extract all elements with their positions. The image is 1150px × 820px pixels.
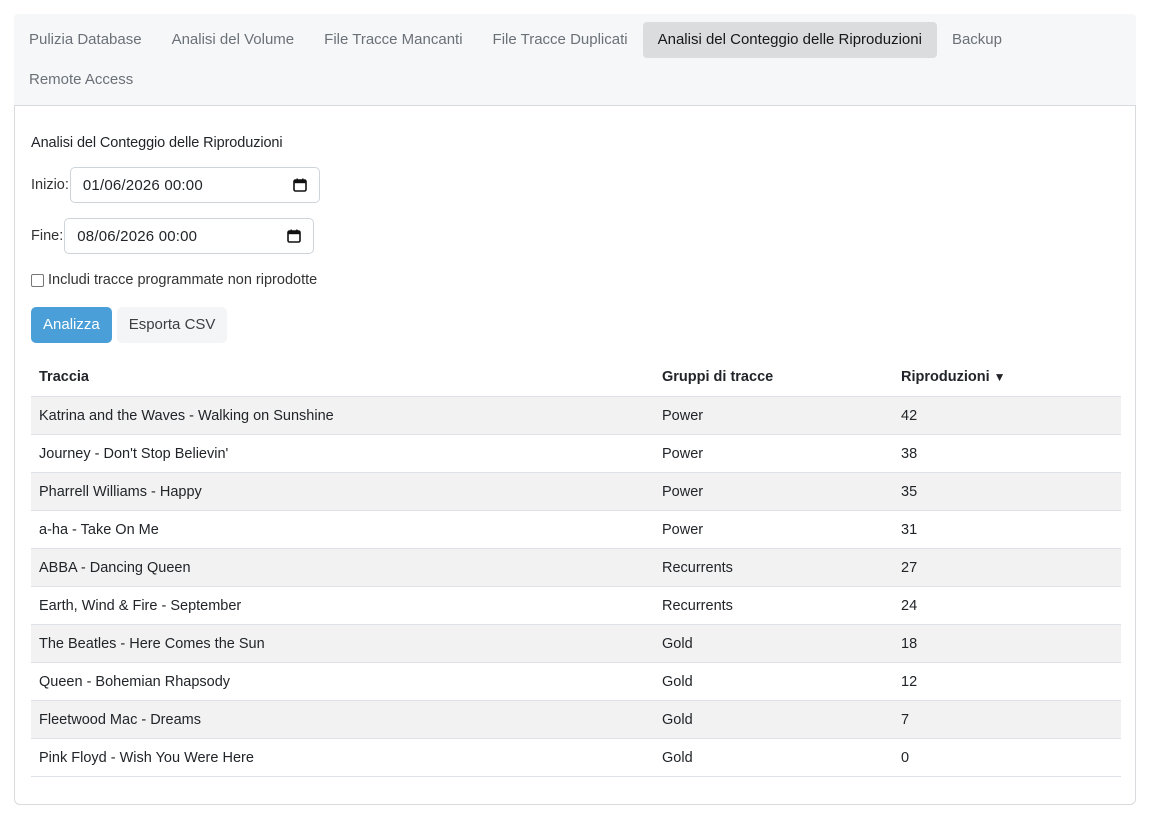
calendar-icon[interactable] [293,178,307,192]
cell-plays: 0 [893,738,1121,777]
table-row: ABBA - Dancing Queen Recurrents 27 [31,548,1121,587]
cell-track: The Beatles - Here Comes the Sun [31,624,654,663]
table-row: Pink Floyd - Wish You Were Here Gold 0 [31,738,1121,777]
cell-track: a-ha - Take On Me [31,510,654,549]
action-buttons: Analizza Esporta CSV [31,307,228,343]
cell-plays: 7 [893,700,1121,739]
table-row: Katrina and the Waves - Walking on Sunsh… [31,396,1121,435]
table-row: Journey - Don't Stop Believin' Power 38 [31,434,1121,473]
tab-analisi-conteggio-riproduzioni[interactable]: Analisi del Conteggio delle Riproduzioni [642,22,937,58]
tab-analisi-volume[interactable]: Analisi del Volume [157,22,310,58]
cell-plays: 12 [893,662,1121,701]
end-label: Fine: [31,228,64,244]
include-unplayed-row: Includi tracce programmate non riprodott… [31,272,317,288]
table-row: The Beatles - Here Comes the Sun Gold 18 [31,624,1121,663]
cell-group: Recurrents [654,548,893,587]
cell-track: Pharrell Williams - Happy [31,472,654,511]
start-datetime-input[interactable]: 01/06/2026 00:00 [69,167,320,203]
cell-track: Journey - Don't Stop Believin' [31,434,654,473]
tab-file-tracce-duplicati[interactable]: File Tracce Duplicati [478,22,643,58]
cell-plays: 35 [893,472,1121,511]
table-row: Queen - Bohemian Rhapsody Gold 12 [31,662,1121,701]
cell-plays: 42 [893,396,1121,435]
cell-group: Gold [654,738,893,777]
header-track[interactable]: Traccia [31,358,654,397]
cell-plays: 27 [893,548,1121,587]
cell-group: Gold [654,662,893,701]
cell-plays: 38 [893,434,1121,473]
cell-group: Gold [654,624,893,663]
end-datetime-input[interactable]: 08/06/2026 00:00 [64,218,315,254]
header-track-label: Traccia [39,369,89,385]
start-field-row: Inizio: 01/06/2026 00:00 [31,167,320,203]
start-datetime-value: 01/06/2026 00:00 [82,176,203,194]
table-row: a-ha - Take On Me Power 31 [31,510,1121,549]
end-field-row: Fine: 08/06/2026 00:00 [31,218,315,254]
play-count-panel: Analisi del Conteggio delle Riproduzioni… [14,105,1136,805]
cell-group: Power [654,396,893,435]
panel-title: Analisi del Conteggio delle Riproduzioni [31,135,283,151]
table-row: Earth, Wind & Fire - September Recurrent… [31,586,1121,625]
cell-group: Recurrents [654,586,893,625]
header-group[interactable]: Gruppi di tracce [654,358,893,397]
tabs-row-2: Remote Access [14,62,148,98]
cell-group: Power [654,472,893,511]
cell-group: Power [654,434,893,473]
include-unplayed-label[interactable]: Includi tracce programmate non riprodott… [48,272,317,288]
tab-pulizia-database[interactable]: Pulizia Database [14,22,157,58]
header-plays[interactable]: Riproduzioni ▼ [893,358,1121,397]
cell-group: Power [654,510,893,549]
cell-plays: 24 [893,586,1121,625]
analyze-button[interactable]: Analizza [31,307,112,343]
table-row: Pharrell Williams - Happy Power 35 [31,472,1121,511]
cell-track: Katrina and the Waves - Walking on Sunsh… [31,396,654,435]
cell-track: Earth, Wind & Fire - September [31,586,654,625]
tab-bar: Pulizia Database Analisi del Volume File… [14,14,1136,106]
header-plays-label: Riproduzioni [901,369,990,385]
start-label: Inizio: [31,177,69,193]
table-row: Fleetwood Mac - Dreams Gold 7 [31,700,1121,739]
cell-plays: 18 [893,624,1121,663]
cell-plays: 31 [893,510,1121,549]
calendar-icon[interactable] [287,229,302,243]
include-unplayed-checkbox[interactable] [31,273,44,287]
header-group-label: Gruppi di tracce [662,369,774,385]
tabs-row-1: Pulizia Database Analisi del Volume File… [14,22,1017,58]
results-table: Traccia Gruppi di tracce Riproduzioni ▼ K… [31,358,1121,777]
end-datetime-value: 08/06/2026 00:00 [77,227,198,245]
sort-desc-icon: ▼ [993,370,1006,384]
cell-track: ABBA - Dancing Queen [31,548,654,587]
export-csv-button[interactable]: Esporta CSV [116,307,228,343]
table-header-row: Traccia Gruppi di tracce Riproduzioni ▼ [31,358,1121,397]
cell-group: Gold [654,700,893,739]
tab-backup[interactable]: Backup [937,22,1017,58]
tab-file-tracce-mancanti[interactable]: File Tracce Mancanti [309,22,477,58]
cell-track: Queen - Bohemian Rhapsody [31,662,654,701]
cell-track: Pink Floyd - Wish You Were Here [31,738,654,777]
cell-track: Fleetwood Mac - Dreams [31,700,654,739]
tab-remote-access[interactable]: Remote Access [14,62,148,98]
